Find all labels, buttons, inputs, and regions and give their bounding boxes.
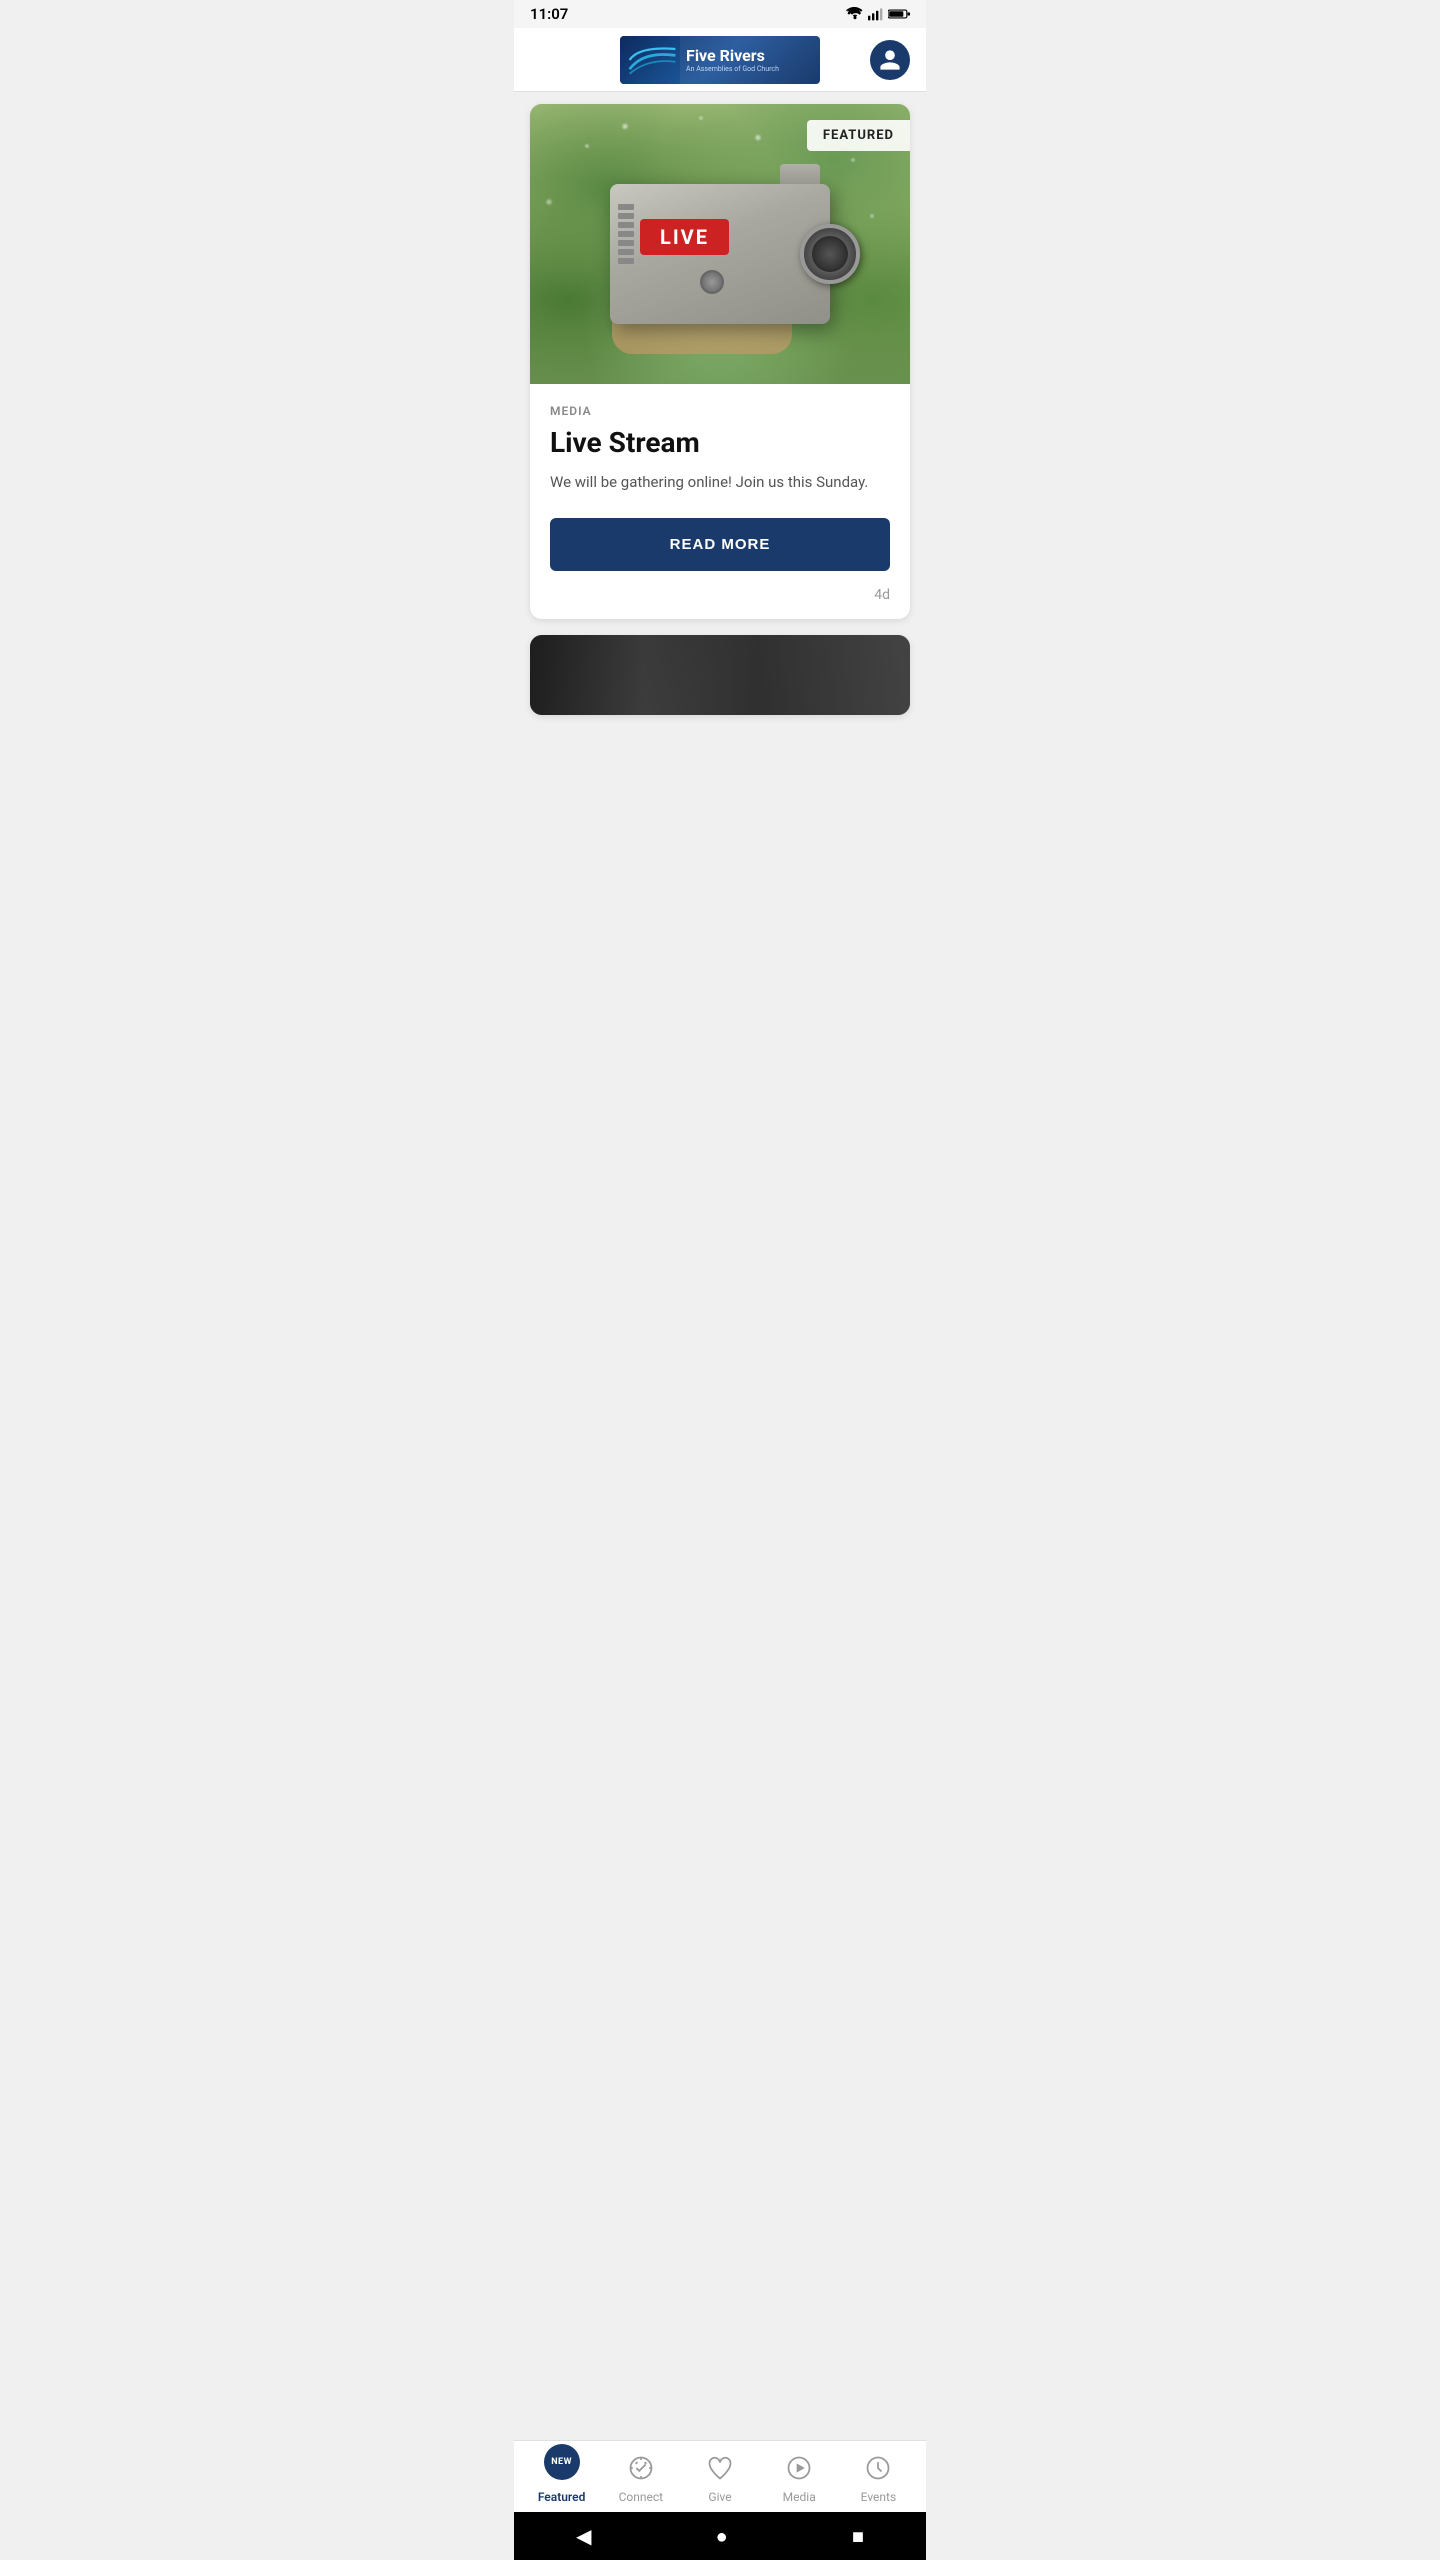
strip-3: [618, 222, 634, 228]
battery-icon: [888, 8, 910, 20]
read-more-button[interactable]: READ MORE: [550, 518, 890, 571]
nav-item-connect[interactable]: Connect: [601, 2442, 680, 2512]
nav-label-give: Give: [708, 2490, 731, 2504]
card-description: We will be gathering online! Join us thi…: [550, 471, 890, 494]
featured-badge: FEATURED: [807, 120, 910, 151]
media-nav-icon: [781, 2450, 817, 2486]
nav-label-featured: Featured: [538, 2490, 586, 2504]
play-icon: [785, 2454, 813, 2482]
card-content: MEDIA Live Stream We will be gathering o…: [530, 384, 910, 619]
home-button[interactable]: ●: [716, 2524, 728, 2549]
strip-1: [618, 204, 634, 210]
app-logo[interactable]: Five Rivers An Assemblies of God Church: [620, 36, 820, 84]
logo-title: Five Rivers: [686, 46, 779, 65]
camera-knob: [700, 270, 724, 294]
strip-7: [618, 258, 634, 264]
nav-item-featured[interactable]: NEW Featured: [522, 2442, 601, 2512]
camera-lens: [800, 224, 860, 284]
connect-icon: [627, 2454, 655, 2482]
strip-4: [618, 231, 634, 237]
nav-item-give[interactable]: Give: [680, 2442, 759, 2512]
camera-body: LIVE: [610, 184, 830, 324]
card-title: Live Stream: [550, 426, 890, 459]
second-card-preview[interactable]: [530, 635, 910, 715]
back-button[interactable]: ◀: [576, 2524, 591, 2548]
second-card-image: [530, 635, 910, 715]
featured-card[interactable]: LIVE FEATURED MEDIA Live Stream We will …: [530, 104, 910, 619]
clock-icon: [864, 2454, 892, 2482]
featured-nav-icon: NEW: [544, 2450, 580, 2486]
card-image: LIVE FEATURED: [530, 104, 910, 384]
heart-icon: [706, 2454, 734, 2482]
status-icons: [846, 7, 910, 21]
card-category: MEDIA: [550, 404, 890, 418]
events-nav-icon: [860, 2450, 896, 2486]
logo-subtitle: An Assemblies of God Church: [686, 65, 779, 73]
camera-top: [780, 164, 820, 184]
user-avatar[interactable]: [870, 40, 910, 80]
header: Five Rivers An Assemblies of God Church: [514, 28, 926, 92]
main-content: LIVE FEATURED MEDIA Live Stream We will …: [514, 92, 926, 855]
connect-nav-icon: [623, 2450, 659, 2486]
logo-graphic: [625, 40, 680, 80]
nav-label-media: Media: [783, 2490, 816, 2504]
nav-label-connect: Connect: [619, 2490, 663, 2504]
give-nav-icon: [702, 2450, 738, 2486]
status-time: 11:07: [530, 5, 568, 23]
camera-strips: [618, 204, 634, 284]
nav-item-media[interactable]: Media: [760, 2442, 839, 2512]
nav-label-events: Events: [861, 2490, 897, 2504]
card-timestamp: 4d: [550, 587, 890, 603]
signal-icon: [868, 7, 884, 21]
recent-button[interactable]: ■: [852, 2524, 864, 2549]
status-bar: 11:07: [514, 0, 926, 28]
bottom-nav: NEW Featured Connect Give: [514, 2440, 926, 2512]
strip-5: [618, 240, 634, 246]
live-badge: LIVE: [640, 219, 729, 255]
system-nav: ◀ ● ■: [514, 2512, 926, 2560]
person-icon: [878, 48, 902, 72]
wifi-icon: [846, 7, 864, 21]
nav-item-events[interactable]: Events: [839, 2442, 918, 2512]
strip-2: [618, 213, 634, 219]
strip-6: [618, 249, 634, 255]
new-badge: NEW: [544, 2444, 580, 2480]
